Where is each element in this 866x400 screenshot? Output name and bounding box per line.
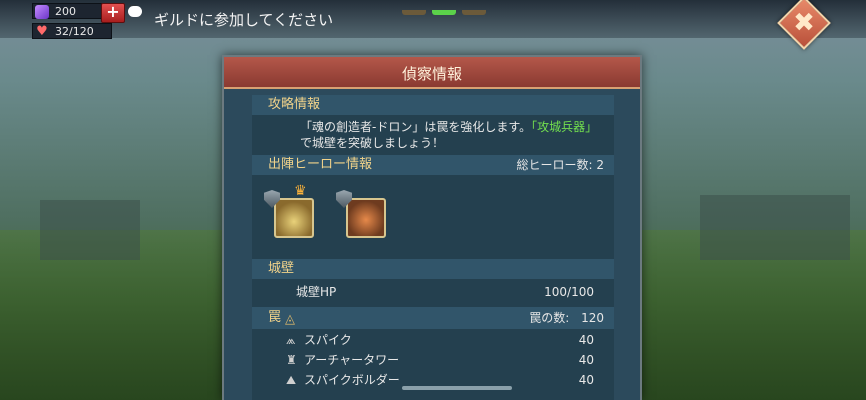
panel-header: 偵察情報 [224, 57, 640, 89]
hero-portrait-1[interactable] [274, 198, 314, 238]
traps-heading-label: 罠 [268, 310, 282, 325]
strategy-heading-label: 攻略情報 [268, 97, 321, 112]
gem-icon [35, 5, 49, 19]
close-icon[interactable]: ✖ [785, 4, 823, 42]
heroes-heading-label: 出陣ヒーロー情報 [268, 157, 373, 172]
panel-title: 偵察情報 [401, 65, 462, 83]
eye-icon[interactable]: ◬ [285, 313, 303, 327]
trap-name: スパイクボルダー [304, 373, 400, 387]
wall-heading-label: 城壁 [268, 261, 295, 276]
siege-weapon-highlight: 「攻城兵器」 [531, 120, 598, 134]
trap-name: アーチャータワー [304, 353, 400, 367]
tower-icon: ♜ [286, 353, 297, 367]
wall-heading: 城壁 [252, 259, 614, 279]
trap-count-value: 120 [581, 311, 604, 325]
trap-row: ⩕ スパイク 40 [252, 331, 614, 349]
panel-body[interactable]: 攻略情報 「魂の創造者-ドロン」は罠を強化します。「攻城兵器」 で城壁を突破しま… [252, 95, 614, 400]
stamina-counter: ♥ 32/120 [32, 23, 112, 39]
add-gems-button[interactable]: + [101, 3, 125, 23]
total-heroes-count: 総ヒーロー数: 2 [516, 158, 605, 172]
trap-value: 40 [578, 353, 594, 367]
page-dot-active [432, 10, 456, 15]
panel-scrollbar[interactable] [402, 386, 512, 390]
trap-count-label: 罠の数: [529, 311, 570, 325]
page-dot [402, 10, 426, 15]
heart-icon: ♥ [36, 24, 48, 39]
traps-heading: 罠 ◬ 罠の数: 120 [252, 307, 614, 329]
trap-value: 40 [578, 373, 594, 387]
strategy-heading: 攻略情報 [252, 95, 614, 115]
trap-count: 罠の数: 120 [529, 307, 604, 329]
scout-info-panel: 偵察情報 攻略情報 「魂の創造者-ドロン」は罠を強化します。「攻城兵器」 で城壁… [222, 55, 642, 400]
trap-row: ♜ アーチャータワー 40 [252, 351, 614, 369]
trap-value: 40 [578, 333, 594, 347]
crown-icon: ♛ [294, 183, 307, 199]
trap-name: スパイク [304, 333, 352, 347]
guild-icon[interactable] [128, 1, 142, 17]
heroes-heading: 出陣ヒーロー情報 総ヒーロー数: 2 [252, 155, 614, 175]
background-ruin-right [700, 195, 850, 260]
gem-counter: 200 [32, 3, 102, 19]
boulder-icon: ⛰ [286, 373, 297, 387]
wall-hp-row: 城壁HP 100/100 [252, 283, 614, 301]
gem-count: 200 [55, 5, 76, 18]
strategy-line2: で城壁を突破しましょう！ [300, 136, 445, 150]
wall-hp-value: 100/100 [544, 285, 594, 299]
hero-portrait-2[interactable] [346, 198, 386, 238]
strategy-line1: 「魂の創造者-ドロン」は罠を強化します。 [300, 120, 532, 134]
stamina-count: 32/120 [55, 25, 94, 38]
strategy-description: 「魂の創造者-ドロン」は罠を強化します。「攻城兵器」 で城壁を突破しましょう！ [300, 119, 597, 151]
top-page-indicator [402, 0, 492, 15]
spike-icon: ⩕ [286, 333, 296, 347]
page-dot [462, 10, 486, 15]
guild-prompt[interactable]: ギルドに参加してください [154, 9, 333, 30]
wall-hp-label: 城壁HP [296, 285, 337, 299]
background-ruin-left [40, 200, 140, 260]
